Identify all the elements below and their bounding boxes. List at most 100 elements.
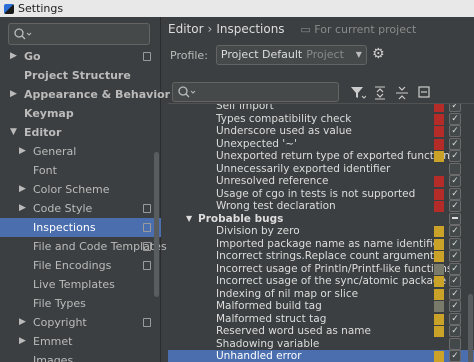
inspection-row[interactable]: Unresolved reference ✓ <box>168 175 474 188</box>
enabled-checkbox[interactable]: ✓ <box>449 237 461 250</box>
severity-indicator <box>434 201 444 212</box>
inspection-row[interactable]: Incorrect strings.Replace count argument… <box>168 250 474 263</box>
breadcrumb-section: Editor <box>168 22 204 36</box>
project-settings-icon <box>143 261 151 270</box>
settings-search-input[interactable] <box>8 23 150 45</box>
inspection-row[interactable]: Imported package name as name identifier… <box>168 237 474 251</box>
sidebar-item-label: Images <box>33 354 74 362</box>
severity-indicator <box>434 138 444 150</box>
enabled-checkbox[interactable]: ✓ <box>449 104 461 112</box>
enabled-checkbox[interactable]: ✓ <box>449 175 461 187</box>
sidebar-item[interactable]: ▼ Editor <box>0 123 161 142</box>
chevron-right-icon[interactable]: ▶ <box>10 85 17 104</box>
sidebar-item[interactable]: File Types <box>0 294 161 313</box>
inspection-row[interactable]: Shadowing variable <box>168 337 474 351</box>
enabled-checkbox[interactable]: ✓ <box>449 325 461 337</box>
sidebar-item[interactable]: ▶ Appearance & Behavior <box>0 85 170 104</box>
profile-row: Profile: Project Default Project ▼ <box>170 45 367 65</box>
window-title: Settings <box>18 2 64 15</box>
sidebar-item[interactable]: ▶ Code Style <box>0 199 161 218</box>
inspection-row[interactable]: Usage of cgo in tests is not supported ✓ <box>168 187 474 201</box>
enabled-checkbox[interactable]: ✓ <box>449 312 461 325</box>
collapse-all-icon[interactable] <box>394 83 410 101</box>
inspection-row[interactable]: Unnecessarily exported identifier <box>168 162 474 176</box>
chevron-right-icon[interactable]: ▶ <box>19 199 26 218</box>
sidebar-item[interactable]: Project Structure <box>0 66 161 85</box>
sidebar-item[interactable]: Live Templates <box>0 275 161 294</box>
enabled-checkbox[interactable]: ✓ <box>449 125 461 137</box>
inspection-row[interactable]: Reserved word used as name ✓ <box>168 325 474 338</box>
inspection-row[interactable]: Self import ✓ <box>168 104 474 113</box>
filter-icon[interactable] <box>350 83 366 101</box>
enabled-checkbox[interactable]: ✓ <box>449 262 461 275</box>
enabled-checkbox[interactable]: ✓ <box>449 300 461 312</box>
sidebar-item[interactable]: ▶ Emmet <box>0 332 161 351</box>
sidebar-item[interactable]: File and Code Templates <box>0 237 167 256</box>
enabled-checkbox[interactable] <box>449 212 461 225</box>
chevron-down-icon[interactable]: ▼ <box>10 123 17 142</box>
inspection-row[interactable]: Division by zero ✓ <box>168 225 474 238</box>
intellij-app-icon <box>4 3 14 14</box>
search-icon <box>13 26 35 42</box>
inspection-label: Unhandled error <box>216 350 302 362</box>
chevron-down-icon[interactable]: ▼ <box>186 213 192 226</box>
sidebar-item[interactable]: Images <box>0 351 161 362</box>
settings-tree: ▶ Go Project Structure ▶ Appearance & Behavi… <box>0 47 170 362</box>
chevron-right-icon[interactable]: ▶ <box>19 142 26 161</box>
inspection-row[interactable]: Underscore used as value ✓ <box>168 125 474 138</box>
inspection-row[interactable]: Unexpected '~' ✓ <box>168 137 474 151</box>
enabled-checkbox[interactable]: ✓ <box>449 112 461 125</box>
profile-value: Project Default <box>220 48 303 61</box>
sidebar-item[interactable]: Font <box>0 161 161 180</box>
inspection-label: Unexported return type of exported funct… <box>216 150 450 162</box>
sidebar-item[interactable]: File Encodings <box>0 256 161 275</box>
expand-all-icon[interactable] <box>372 83 388 101</box>
sidebar-item[interactable]: Keymap <box>0 104 161 123</box>
gear-icon[interactable]: ⚙ <box>372 46 385 62</box>
sidebar-item[interactable]: ▶ General <box>0 142 161 161</box>
project-settings-icon <box>143 242 151 251</box>
chevron-right-icon[interactable]: ▶ <box>10 47 17 66</box>
inspection-row[interactable]: Indexing of nil map or slice ✓ <box>168 287 474 301</box>
sidebar-item[interactable]: ▶ Color Scheme <box>0 180 161 199</box>
sidebar-item[interactable]: ▶ Copyright <box>0 313 161 332</box>
enabled-checkbox[interactable] <box>449 162 461 175</box>
reset-icon[interactable] <box>416 83 432 101</box>
inspection-row[interactable]: Malformed struct tag ✓ <box>168 312 474 326</box>
sidebar-item-label: Copyright <box>33 316 87 329</box>
enabled-checkbox[interactable] <box>449 337 461 350</box>
chevron-right-icon[interactable]: ▶ <box>19 313 26 332</box>
enabled-checkbox[interactable]: ✓ <box>449 150 461 162</box>
chevron-right-icon[interactable]: ▶ <box>19 332 26 351</box>
sidebar-scrollbar[interactable] <box>154 152 159 297</box>
inspection-row[interactable]: Unexported return type of exported funct… <box>168 150 474 163</box>
inspection-row[interactable]: Unhandled error ✓ <box>168 350 474 362</box>
inspection-row[interactable]: Types compatibility check ✓ <box>168 112 474 126</box>
sidebar-item[interactable]: ▶ Go <box>0 47 161 66</box>
enabled-checkbox[interactable]: ✓ <box>449 287 461 300</box>
enabled-checkbox[interactable]: ✓ <box>449 250 461 262</box>
inspection-row[interactable]: Malformed build tag ✓ <box>168 300 474 313</box>
severity-indicator <box>434 313 444 325</box>
profile-dropdown[interactable]: Project Default Project ▼ <box>215 45 367 65</box>
inspection-row[interactable]: Incorrect usage of Println/Printf-like f… <box>168 262 474 276</box>
severity-indicator <box>434 188 444 200</box>
severity-indicator <box>434 238 444 250</box>
inspection-row[interactable]: Incorrect usage of the sync/atomic packa… <box>168 275 474 288</box>
inspection-group[interactable]: ▼ Probable bugs <box>168 212 474 226</box>
inspections-scrollbar[interactable] <box>468 294 473 362</box>
inspections-search-input[interactable] <box>172 82 339 102</box>
severity-indicator <box>434 276 444 287</box>
enabled-checkbox[interactable]: ✓ <box>449 200 461 212</box>
search-icon <box>177 84 199 100</box>
inspection-label: Probable bugs <box>198 212 284 225</box>
enabled-checkbox[interactable]: ✓ <box>449 137 461 150</box>
enabled-checkbox[interactable]: ✓ <box>449 350 461 362</box>
chevron-right-icon[interactable]: ▶ <box>19 180 26 199</box>
enabled-checkbox[interactable]: ✓ <box>449 187 461 200</box>
sidebar-item[interactable]: Inspections <box>0 218 161 237</box>
inspection-row[interactable]: Wrong test declaration ✓ <box>168 200 474 213</box>
enabled-checkbox[interactable]: ✓ <box>449 225 461 237</box>
severity-indicator <box>434 113 444 125</box>
enabled-checkbox[interactable]: ✓ <box>449 275 461 287</box>
